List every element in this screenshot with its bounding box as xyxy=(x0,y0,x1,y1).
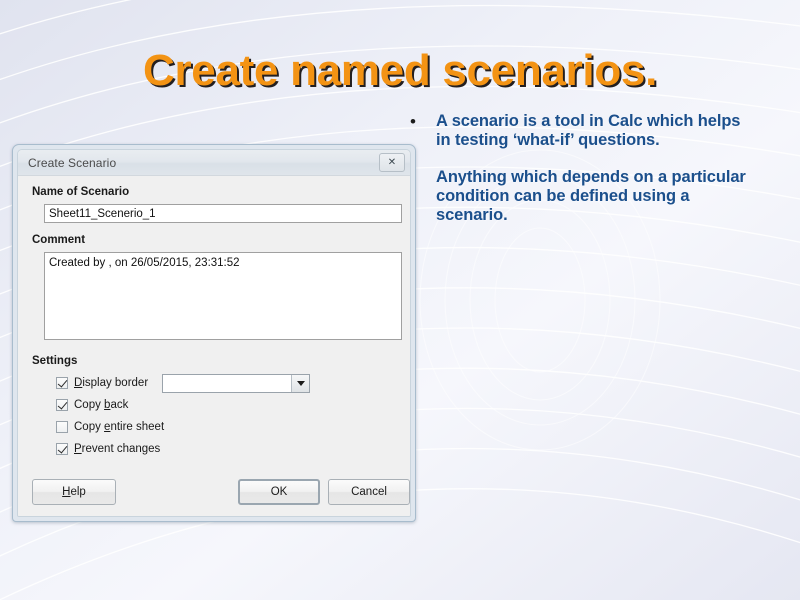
display-border-label: Display border xyxy=(74,377,148,389)
prevent-changes-label-post: revent changes xyxy=(82,443,161,455)
copy-entire-sheet-label: Copy entire sheet xyxy=(74,421,164,433)
chevron-down-icon[interactable] xyxy=(291,375,309,392)
comment-label: Comment xyxy=(32,234,396,246)
copy-back-label: Copy back xyxy=(74,399,128,411)
prevent-changes-label: Prevent changes xyxy=(74,443,160,455)
dialog-body: Name of Scenario Comment Settings Displa… xyxy=(18,176,410,517)
bullet-item: • A scenario is a tool in Calc which hel… xyxy=(406,112,758,150)
dialog-title: Create Scenario xyxy=(28,156,379,170)
dialog-inner-frame: Create Scenario ✕ Name of Scenario Comme… xyxy=(17,149,411,517)
create-scenario-dialog: Create Scenario ✕ Name of Scenario Comme… xyxy=(12,144,416,522)
prevent-changes-accel: P xyxy=(74,443,82,455)
help-button[interactable]: Help xyxy=(32,479,116,505)
settings-label: Settings xyxy=(32,355,396,367)
copy-entire-sheet-row: Copy entire sheet xyxy=(32,417,396,437)
border-color-value xyxy=(163,375,291,392)
close-icon[interactable]: ✕ xyxy=(379,153,405,172)
display-border-row: Display border xyxy=(32,373,396,393)
cancel-button[interactable]: Cancel xyxy=(328,479,410,505)
copy-entire-sheet-label-post: ntire sheet xyxy=(110,421,164,433)
scenario-comment-textarea[interactable] xyxy=(44,252,402,340)
prevent-changes-checkbox[interactable] xyxy=(56,443,68,455)
copy-back-label-pre: Copy xyxy=(74,399,104,411)
copy-back-label-post: ack xyxy=(110,399,128,411)
bullet-text: Anything which depends on a particular c… xyxy=(436,168,758,225)
copy-back-row: Copy back xyxy=(32,395,396,415)
bullet-text: A scenario is a tool in Calc which helps… xyxy=(436,112,758,150)
copy-back-checkbox[interactable] xyxy=(56,399,68,411)
name-field-wrap xyxy=(32,204,396,223)
slide-title: Create named scenarios. xyxy=(0,46,800,96)
copy-entire-sheet-label-pre: Copy xyxy=(74,421,104,433)
dialog-titlebar[interactable]: Create Scenario ✕ xyxy=(18,150,410,176)
ok-button[interactable]: OK xyxy=(238,479,320,505)
slide-canvas: Create named scenarios. • A scenario is … xyxy=(0,0,800,600)
display-border-checkbox[interactable] xyxy=(56,377,68,389)
help-accel: H xyxy=(62,486,70,498)
help-label-post: elp xyxy=(70,486,85,498)
name-of-scenario-label: Name of Scenario xyxy=(32,186,396,198)
dialog-button-row: Help OK Cancel xyxy=(32,479,396,505)
comment-field-wrap xyxy=(32,252,396,343)
scenario-name-input[interactable] xyxy=(44,204,402,223)
bullet-list: • A scenario is a tool in Calc which hel… xyxy=(406,112,758,237)
border-color-combobox[interactable] xyxy=(162,374,310,393)
bullet-item: • Anything which depends on a particular… xyxy=(406,168,758,225)
display-border-label-post: isplay border xyxy=(82,377,148,389)
bullet-marker-icon: • xyxy=(406,112,436,132)
copy-entire-sheet-checkbox[interactable] xyxy=(56,421,68,433)
prevent-changes-row: Prevent changes xyxy=(32,439,396,459)
